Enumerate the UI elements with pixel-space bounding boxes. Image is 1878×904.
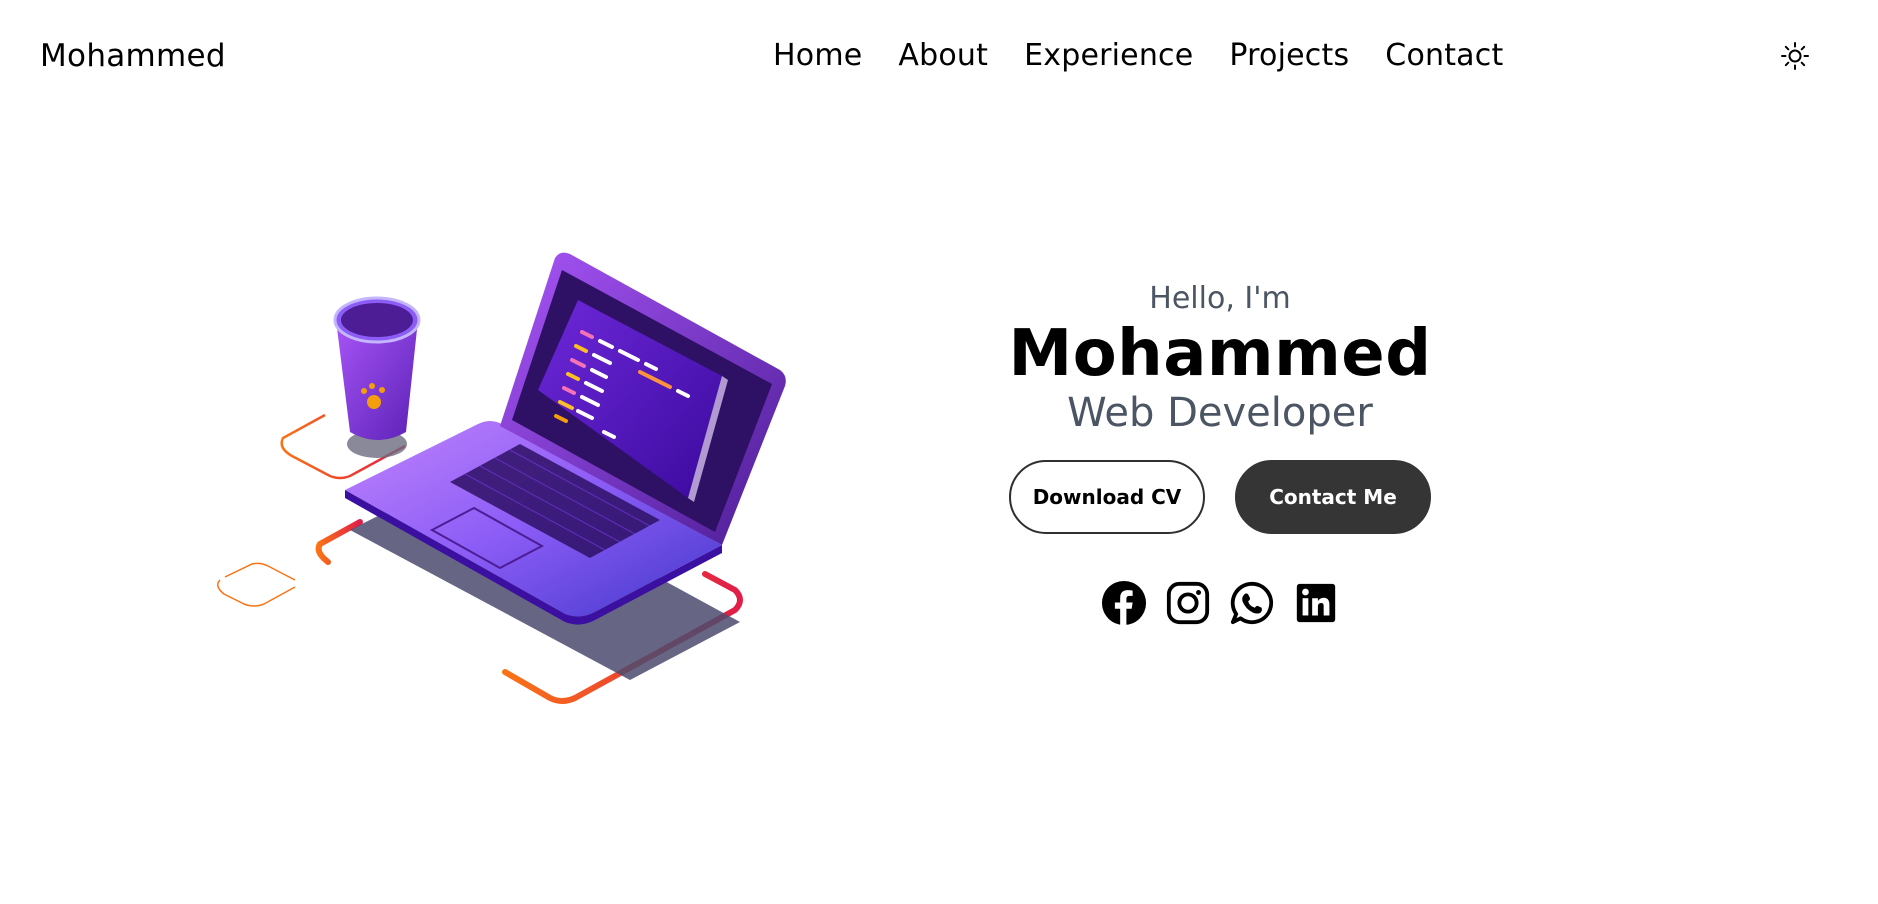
sun-icon: [1781, 42, 1809, 70]
laptop-and-cup-illustration: [200, 240, 800, 720]
nav-contact[interactable]: Contact: [1385, 38, 1503, 73]
hero-buttons: Download CV Contact Me: [920, 460, 1520, 534]
hero-section: Hello, I'm Mohammed Web Developer Downlo…: [920, 280, 1520, 626]
linkedin-icon[interactable]: [1293, 580, 1339, 626]
facebook-icon[interactable]: [1101, 580, 1147, 626]
contact-me-button[interactable]: Contact Me: [1235, 460, 1431, 534]
nav-about[interactable]: About: [898, 38, 988, 73]
page: Mohammed Home About Experience Projects …: [0, 0, 1878, 904]
main-nav: Home About Experience Projects Contact: [773, 38, 1503, 73]
hero-name: Mohammed: [1008, 317, 1432, 391]
header: Mohammed Home About Experience Projects …: [0, 0, 1878, 120]
site-logo[interactable]: Mohammed: [40, 38, 226, 74]
social-links: [920, 580, 1520, 626]
hero-greeting: Hello, I'm: [1149, 281, 1291, 316]
nav-experience[interactable]: Experience: [1024, 38, 1193, 73]
hero-role: Web Developer: [1067, 390, 1373, 436]
download-cv-button[interactable]: Download CV: [1009, 460, 1205, 534]
instagram-icon[interactable]: [1165, 580, 1211, 626]
theme-toggle-button[interactable]: [1779, 40, 1811, 72]
nav-projects[interactable]: Projects: [1229, 38, 1349, 73]
nav-home[interactable]: Home: [773, 38, 862, 73]
whatsapp-icon[interactable]: [1229, 580, 1275, 626]
